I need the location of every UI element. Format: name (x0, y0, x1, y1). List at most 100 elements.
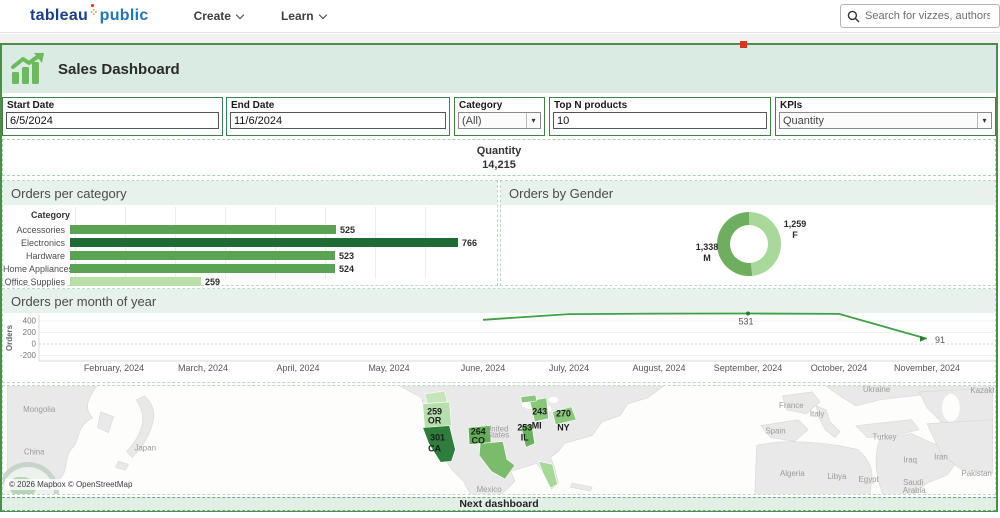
country-label: Mexico (477, 485, 503, 494)
category-select[interactable]: (All) ▾ (458, 112, 541, 129)
male-label: M (685, 253, 729, 264)
female-label: F (773, 230, 817, 241)
page-background-strip (0, 34, 1000, 43)
kpi-value: 14,215 (482, 159, 516, 171)
filter-end-date: End Date 11/6/2024 (226, 97, 450, 136)
bar-value-label: 525 (340, 225, 355, 235)
panel-orders-per-category: Orders per category Category Accessories… (2, 180, 498, 286)
country-label: Italy (810, 410, 825, 419)
svg-text:Orders: Orders (5, 324, 14, 351)
country-label: Libya (827, 472, 847, 481)
svg-text:July, 2024: July, 2024 (549, 363, 589, 373)
svg-text:0: 0 (32, 340, 37, 349)
filter-top-n-products: Top N products 10 (549, 97, 771, 136)
end-date-input[interactable]: 11/6/2024 (230, 112, 446, 129)
tableau-sparkle-icon: ⁘ (89, 7, 99, 19)
next-dashboard-button[interactable]: Next dashboard (2, 497, 996, 511)
caspian-sea (942, 394, 960, 422)
chevron-down-icon (318, 10, 326, 18)
bar-category-label: Home Appliances (3, 264, 70, 274)
bar-value-label: 524 (339, 264, 354, 274)
country-label: Ukraine (863, 386, 891, 394)
filter-label: Top N products (550, 98, 770, 112)
svg-text:October, 2024: October, 2024 (811, 363, 868, 373)
panel-orders-per-month: Orders per month of year 4002000-200Orde… (2, 288, 996, 383)
bar[interactable] (70, 264, 335, 273)
country-label: China (24, 447, 45, 456)
start-date-input[interactable]: 6/5/2024 (6, 112, 219, 129)
bar-category-label: Hardware (3, 251, 70, 261)
top-n-input[interactable]: 10 (553, 112, 767, 129)
state-code-label: NY (557, 423, 569, 433)
filter-start-date: Start Date 6/5/2024 (2, 97, 223, 136)
state-code-label: CA (428, 443, 441, 453)
menu-learn[interactable]: Learn (281, 9, 326, 23)
svg-text:February, 2024: February, 2024 (84, 363, 144, 373)
filter-label: Start Date (3, 98, 222, 112)
tableau-public-page: tableau⁘public Create Learn (0, 0, 1000, 518)
filter-row: Start Date 6/5/2024 End Date 11/6/2024 C… (2, 96, 996, 137)
line-chart[interactable]: 4002000-200OrdersFebruary, 2024March, 20… (3, 307, 997, 384)
country-label: Arabia (903, 486, 926, 495)
svg-text:August, 2024: August, 2024 (632, 363, 685, 373)
state-code-label: IL (521, 433, 529, 443)
svg-text:June, 2024: June, 2024 (461, 363, 506, 373)
svg-text:91: 91 (935, 335, 945, 345)
donut-hole (730, 225, 768, 263)
filter-label: KPIs (776, 98, 995, 112)
bar-value-label: 259 (205, 277, 220, 287)
filter-kpis: KPIs Quantity ▾ (775, 97, 996, 136)
kpis-select[interactable]: Quantity ▾ (779, 112, 992, 129)
bar-row: Home Appliances 524 (3, 262, 497, 275)
panel-title: Orders by Gender (501, 181, 995, 205)
panel-orders-by-gender: Orders by Gender 1,259 F 1,338 M (500, 180, 996, 286)
country-label: Spain (765, 427, 785, 436)
country-label: Mongolia (23, 405, 56, 414)
svg-text:November, 2024: November, 2024 (894, 363, 960, 373)
country-label: Turkey (873, 433, 897, 442)
dashboard-frame: Sales Dashboard Start Date 6/5/2024 End … (0, 43, 998, 512)
bar-chart: Category Accessories525Electronics766Har… (3, 207, 497, 285)
svg-text:-200: -200 (20, 351, 37, 360)
donut-label-female: 1,259 F (773, 219, 817, 241)
country-label: Pakistan (962, 469, 992, 478)
svg-text:May, 2024: May, 2024 (368, 363, 409, 373)
kpis-selected-value: Quantity (783, 115, 824, 127)
state-value-label: 270 (556, 409, 571, 419)
dropdown-caret-icon[interactable]: ▾ (977, 113, 991, 128)
chevron-down-icon (236, 10, 244, 18)
country-label: Kazakh (970, 386, 996, 395)
country-label: France (779, 401, 804, 410)
bar-row: Office Supplies259 (3, 275, 497, 288)
bar[interactable] (70, 277, 201, 286)
country-label: Iraq (903, 455, 917, 464)
red-marker (740, 41, 747, 48)
dropdown-caret-icon[interactable]: ▾ (526, 113, 540, 128)
bar[interactable] (70, 238, 458, 247)
country-label: Algeria (780, 469, 805, 478)
bar-row: Electronics766 (3, 236, 497, 249)
bar-category-label: Accessories (3, 225, 70, 235)
country-label: Iran (934, 452, 948, 461)
dashboard-header: Sales Dashboard (2, 45, 996, 93)
next-dashboard-label: Next dashboard (459, 498, 538, 510)
svg-text:400: 400 (23, 317, 37, 326)
bar[interactable] (70, 251, 335, 260)
filter-category: Category (All) ▾ (454, 97, 545, 136)
search-box[interactable] (840, 4, 1000, 28)
search-icon (847, 10, 860, 23)
kpi-label: Quantity (477, 145, 522, 157)
state-code-label: OR (428, 416, 442, 426)
menu-create[interactable]: Create (194, 9, 243, 23)
svg-text:April, 2024: April, 2024 (276, 363, 319, 373)
bar-category-label: Electronics (3, 238, 70, 248)
map-attribution: © 2026 Mapbox © OpenStreetMap (5, 479, 136, 490)
landmass-africa (755, 442, 872, 495)
donut-label-male: 1,338 M (685, 242, 729, 264)
search-input[interactable] (865, 10, 990, 22)
tableau-public-logo[interactable]: tableau⁘public (30, 7, 149, 25)
world-map[interactable]: MongoliaChinaJapanUnitedStatesMexicoUkra… (3, 386, 996, 495)
dashboard-title: Sales Dashboard (58, 61, 180, 78)
state-value-label: 301 (430, 433, 445, 443)
bar[interactable] (70, 225, 336, 234)
